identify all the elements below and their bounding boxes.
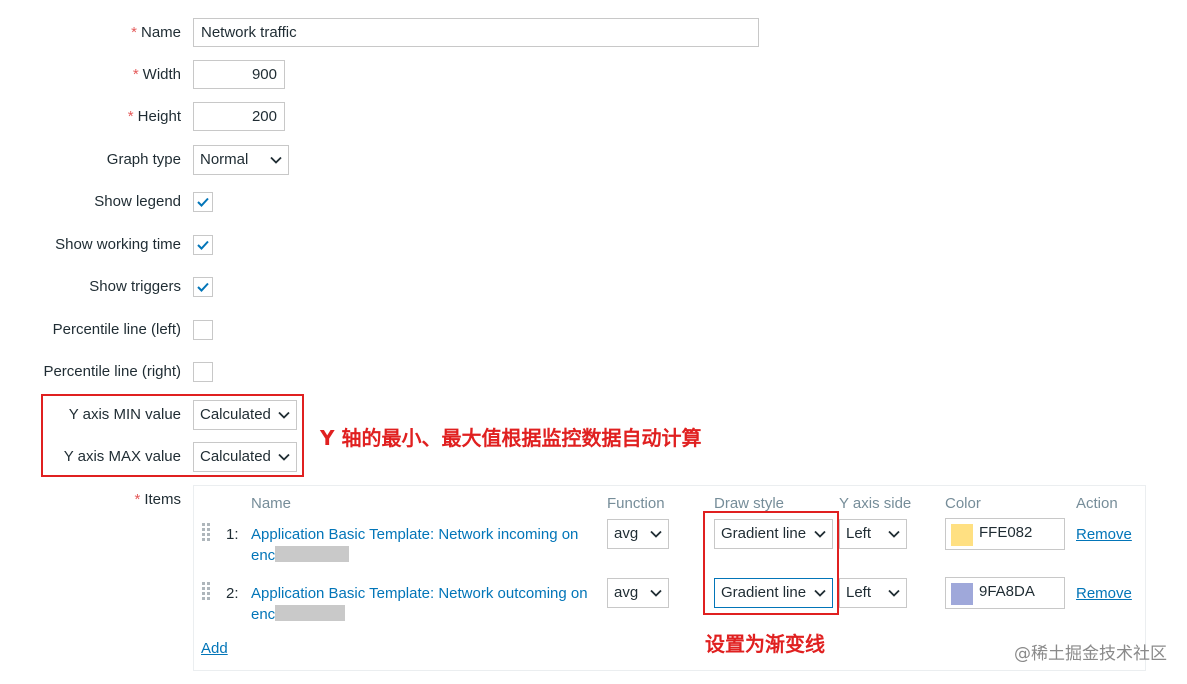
y-axis-side-select[interactable]: Left [839,519,907,549]
percentile-left-row: Percentile line (left) [0,315,1187,345]
color-input[interactable]: FFE082 [945,518,1065,550]
redacted-block [275,546,350,562]
name-row: * Name [0,18,1187,48]
check-icon [197,282,209,292]
function-select[interactable]: avg [607,578,669,608]
item-name-link[interactable]: Application Basic Template: Network outc… [251,583,596,625]
width-label: * Width [133,66,181,83]
chevron-down-icon [650,530,662,538]
chevron-down-icon [270,156,282,164]
name-label-text: Name [140,24,181,41]
redacted-block [275,605,346,621]
y-axis-highlight-box [41,394,304,477]
item-name-link[interactable]: Application Basic Template: Network inco… [251,524,596,566]
col-header-draw-style: Draw style [714,495,785,512]
col-header-y-axis-side: Y axis side [839,495,912,512]
name-label: * Name [131,24,181,41]
watermark: @稀土掘金技术社区 [1014,644,1167,664]
check-icon [197,240,209,250]
item-name-line1: Application Basic Template: Network inco… [251,526,579,543]
drag-handle-icon[interactable] [202,523,211,543]
function-value: avg [614,584,639,601]
show-working-time-row: Show working time [0,230,1187,260]
chevron-down-icon [888,589,900,597]
percentile-right-label: Percentile line (right) [43,363,181,380]
required-mark: * [131,24,137,41]
color-value: FFE082 [979,524,1033,541]
required-mark: * [127,108,134,125]
required-mark: * [134,491,141,508]
height-input[interactable] [193,102,285,131]
y-axis-annotation: Y 轴的最小、最大值根据监控数据自动计算 [320,426,702,450]
col-header-color: Color [945,495,981,512]
items-label-text: Items [144,491,181,508]
col-header-action: Action [1076,495,1118,512]
show-working-time-label: Show working time [55,236,181,253]
show-triggers-row: Show triggers [0,272,1187,302]
add-item-link[interactable]: Add [201,640,228,657]
show-triggers-checkbox[interactable] [193,277,213,297]
show-triggers-label: Show triggers [89,278,181,295]
graph-type-label: Graph type [106,151,181,168]
row-index: 2: [226,585,239,602]
width-label-text: Width [142,66,181,83]
percentile-left-checkbox[interactable] [193,320,213,340]
percentile-right-row: Percentile line (right) [0,357,1187,387]
height-label: * Height [128,108,181,125]
draw-style-annotation: 设置为渐变线 [705,632,825,656]
width-row: * Width [0,60,1187,90]
function-select[interactable]: avg [607,519,669,549]
graph-type-value: Normal [200,151,249,168]
col-header-function: Function [607,495,665,512]
show-legend-checkbox[interactable] [193,192,213,212]
percentile-left-label: Percentile line (left) [52,321,181,338]
color-input[interactable]: 9FA8DA [945,577,1065,609]
function-value: avg [614,525,639,542]
item-name-line2: enc [251,547,276,564]
item-name-line2: enc [251,606,276,623]
graph-type-row: Graph type Normal [0,145,1187,175]
drag-handle-icon[interactable] [202,582,211,602]
item-name-line1: Application Basic Template: Network outc… [251,585,588,602]
color-swatch[interactable] [951,524,973,546]
show-working-time-checkbox[interactable] [193,235,213,255]
graph-type-select[interactable]: Normal [193,145,289,175]
items-label: * Items [134,491,181,508]
chevron-down-icon [888,530,900,538]
items-panel: Name Function Draw style Y axis side Col… [193,485,1146,671]
col-header-name: Name [251,495,292,512]
show-legend-row: Show legend [0,187,1187,217]
show-legend-label: Show legend [94,193,181,210]
required-mark: * [132,66,139,83]
y-axis-side-value: Left [846,525,872,542]
y-axis-side-value: Left [846,584,872,601]
name-input[interactable] [193,18,759,47]
remove-link[interactable]: Remove [1076,585,1132,602]
remove-link[interactable]: Remove [1076,526,1132,543]
percentile-right-checkbox[interactable] [193,362,213,382]
check-icon [197,197,209,207]
row-index: 1: [226,526,239,543]
color-swatch[interactable] [951,583,973,605]
y-axis-side-select[interactable]: Left [839,578,907,608]
draw-style-highlight-box [703,511,839,615]
height-label-text: Height [137,108,181,125]
width-input[interactable] [193,60,285,89]
color-value: 9FA8DA [979,583,1035,600]
chevron-down-icon [650,589,662,597]
height-row: * Height [0,102,1187,132]
